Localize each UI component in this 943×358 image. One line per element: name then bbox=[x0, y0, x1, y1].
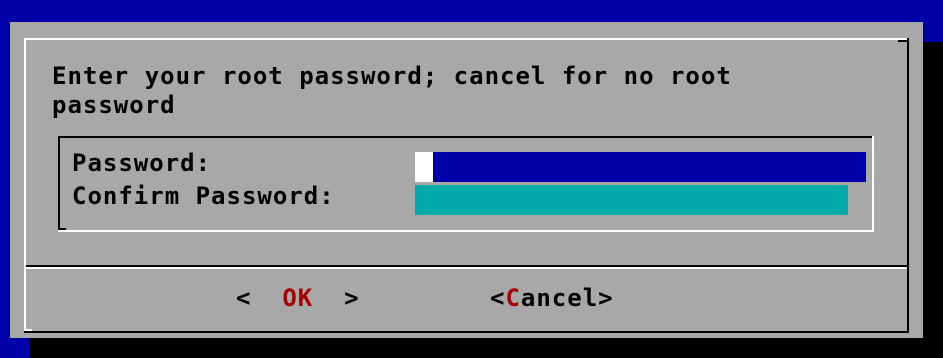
confirm-password-input[interactable] bbox=[415, 185, 848, 215]
dialog-border-top bbox=[24, 38, 909, 40]
cancel-button-right-bracket: > bbox=[598, 284, 614, 312]
form-border-right bbox=[872, 136, 874, 232]
dialog-border-right bbox=[907, 38, 909, 333]
cancel-button-label: ancel bbox=[520, 284, 599, 312]
dialog-border-bottom bbox=[24, 331, 909, 333]
ok-button[interactable]: < OK > bbox=[236, 284, 360, 313]
dialog-border-left bbox=[24, 38, 26, 333]
text-cursor bbox=[415, 152, 433, 182]
cancel-button-hotkey: C bbox=[505, 284, 521, 312]
form-border-bottom bbox=[58, 230, 874, 232]
form-border-top bbox=[58, 136, 874, 138]
button-divider-highlight bbox=[26, 267, 907, 269]
cancel-button[interactable]: <Cancel> bbox=[490, 284, 614, 313]
cancel-button-left-bracket: < bbox=[490, 284, 506, 312]
dialog-prompt: Enter your root password; cancel for no … bbox=[52, 62, 732, 119]
password-label: Password: bbox=[72, 149, 212, 177]
dialog-border-corner bbox=[26, 329, 32, 331]
dialog-border-corner bbox=[898, 40, 907, 42]
password-dialog: Enter your root password; cancel for no … bbox=[10, 22, 923, 338]
form-border-left bbox=[58, 136, 60, 232]
ok-button-right-bracket: > bbox=[313, 284, 360, 312]
password-input[interactable] bbox=[415, 152, 866, 182]
confirm-password-label: Confirm Password: bbox=[72, 182, 335, 210]
ok-button-label: OK bbox=[282, 284, 314, 312]
ok-button-left-bracket: < bbox=[236, 284, 283, 312]
form-border-corner bbox=[60, 228, 66, 230]
